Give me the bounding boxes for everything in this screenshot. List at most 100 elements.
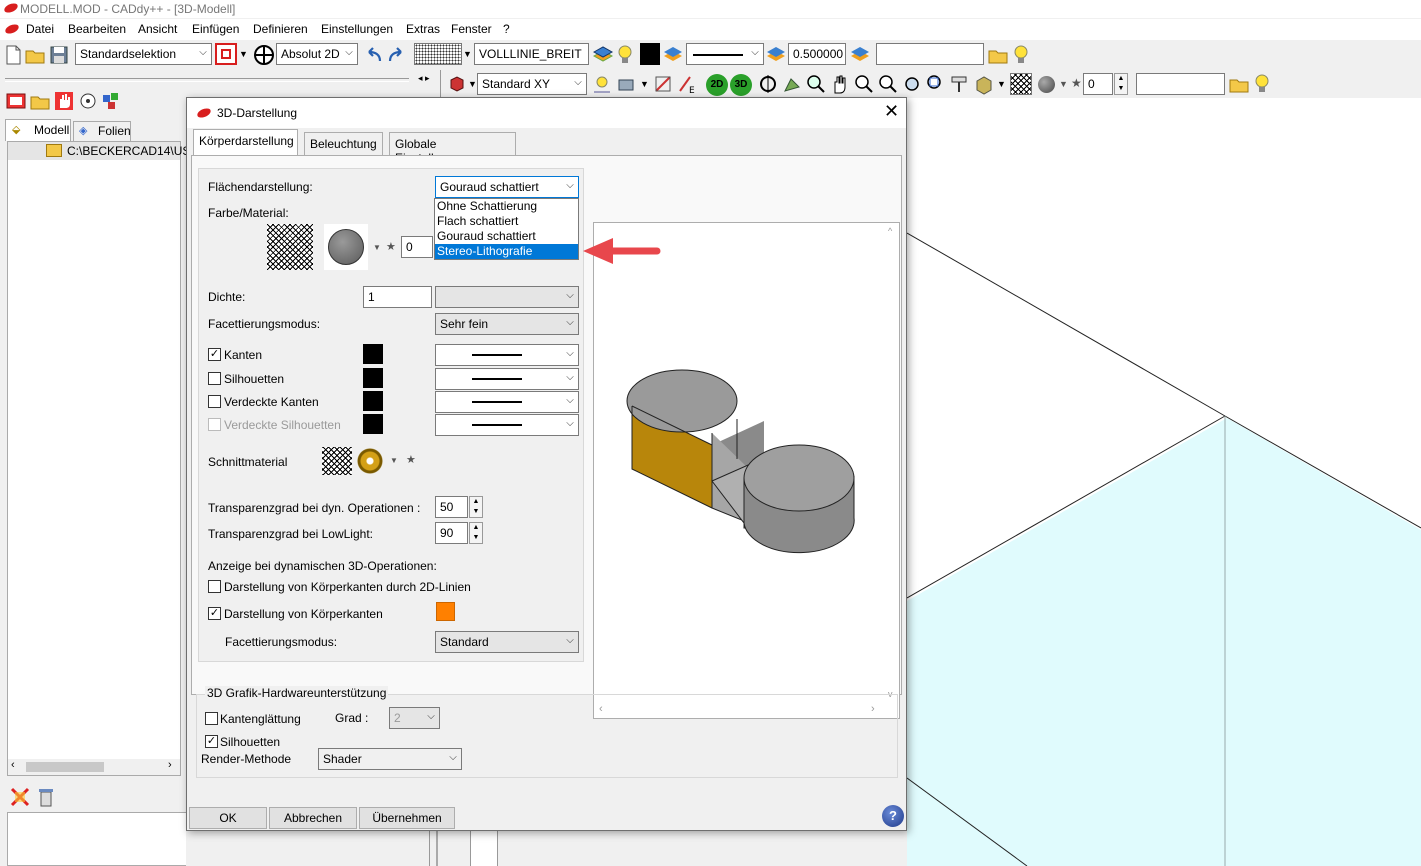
material-sphere-preview[interactable]: [324, 224, 368, 270]
chevron-down-icon[interactable]: ▼: [997, 79, 1006, 89]
select-frame-icon[interactable]: [215, 43, 237, 65]
farbe-value-input[interactable]: 0: [401, 236, 433, 258]
menu-help[interactable]: ?: [503, 22, 510, 36]
tab-koerperdarstellung[interactable]: Körperdarstellung: [193, 129, 298, 156]
render-methode-select[interactable]: Shader ⌵: [318, 748, 462, 770]
camera-icon[interactable]: [616, 73, 638, 95]
zoom-out-icon[interactable]: [877, 73, 899, 95]
scroll-left-icon[interactable]: ‹: [11, 759, 15, 771]
silhouetten-hw-checkbox[interactable]: ✓: [205, 735, 218, 748]
light-source-icon[interactable]: [591, 73, 613, 95]
menu-fenster[interactable]: Fenster: [451, 22, 492, 36]
line-type-input[interactable]: VOLLLINIE_BREIT: [474, 43, 589, 65]
menu-bearbeiten[interactable]: Bearbeiten: [68, 22, 126, 36]
layer-input[interactable]: [876, 43, 984, 65]
zoom-previous-icon[interactable]: [925, 73, 947, 95]
menu-datei[interactable]: Datei: [26, 22, 54, 36]
close-icon[interactable]: ✕: [884, 101, 899, 122]
transparenz-low-spinner[interactable]: ▲ ▼: [469, 522, 483, 544]
transparenz-dyn-spinner[interactable]: ▲ ▼: [469, 496, 483, 518]
flaechendarstellung-select[interactable]: Gouraud schattiert ⌵: [435, 176, 579, 198]
bulb-icon[interactable]: [1251, 73, 1273, 95]
open-folder-icon[interactable]: [24, 44, 46, 66]
menu-einfuegen[interactable]: Einfügen: [192, 22, 239, 36]
option-flach-schattiert[interactable]: Flach schattiert: [435, 214, 578, 229]
verdeckte-kanten-linestyle-select[interactable]: ⌵: [435, 391, 579, 413]
save-icon[interactable]: [48, 44, 70, 66]
zoom-all-icon[interactable]: [901, 73, 923, 95]
new-file-icon[interactable]: [2, 44, 24, 66]
cancel-button[interactable]: Abbrechen: [269, 807, 357, 829]
tree-item[interactable]: C:\BECKERCAD14\US: [8, 142, 190, 160]
view-3d-button[interactable]: 3D: [730, 74, 752, 96]
chevron-down-icon[interactable]: ▼: [640, 79, 649, 89]
section-icon[interactable]: [652, 73, 674, 95]
verdeckte-silhouetten-checkbox[interactable]: [208, 418, 221, 431]
option-stereo-lithografie[interactable]: Stereo-Lithografie: [435, 244, 578, 259]
tab-beleuchtung[interactable]: Beleuchtung: [304, 132, 383, 156]
2d-linien-checkbox[interactable]: [208, 580, 221, 593]
chevron-down-icon[interactable]: ▼: [1059, 79, 1068, 89]
star-icon[interactable]: ★: [1071, 76, 1082, 90]
koerperkanten-checkbox[interactable]: ✓: [208, 607, 221, 620]
layers-icon[interactable]: [765, 44, 787, 66]
verdeckte-kanten-checkbox[interactable]: [208, 395, 221, 408]
scroll-thumb[interactable]: [26, 762, 104, 772]
tab-globale-einstellungen[interactable]: Globale Einstellungen: [389, 132, 516, 165]
walk-icon[interactable]: [781, 73, 803, 95]
flaechendarstellung-dropdown[interactable]: Ohne Schattierung Flach schattiert Goura…: [434, 198, 579, 260]
line-style-select[interactable]: ⌵: [686, 43, 764, 65]
dyn-facettierung-select[interactable]: Standard ⌵: [435, 631, 579, 653]
hand-icon[interactable]: [829, 73, 851, 95]
doc-logo-icon[interactable]: [4, 23, 20, 35]
undo-icon[interactable]: [362, 44, 384, 66]
scroll-up-icon[interactable]: ^: [888, 226, 892, 236]
rotate-icon[interactable]: [757, 73, 779, 95]
view-eye-icon[interactable]: [77, 90, 99, 112]
verdeckte-silhouetten-linestyle-select[interactable]: ⌵: [435, 414, 579, 436]
option-gouraud-schattiert[interactable]: Gouraud schattiert: [435, 229, 578, 244]
chevron-down-icon[interactable]: ▼: [373, 243, 381, 252]
apply-button[interactable]: Übernehmen: [359, 807, 455, 829]
zoom-in-icon[interactable]: [853, 73, 875, 95]
view-2d-button[interactable]: 2D: [706, 74, 728, 96]
silhouetten-checkbox[interactable]: [208, 372, 221, 385]
coord-mode-select[interactable]: Absolut 2D ⌵: [276, 43, 358, 65]
koerperkanten-color-swatch[interactable]: [436, 602, 455, 621]
collapse-arrows-icon[interactable]: ◂ ▸: [418, 73, 430, 84]
model-window-icon[interactable]: [5, 90, 27, 112]
bulb-icon[interactable]: [614, 44, 636, 66]
menu-definieren[interactable]: Definieren: [253, 22, 308, 36]
ok-button[interactable]: OK: [189, 807, 267, 829]
paint-roller-icon[interactable]: [949, 73, 971, 95]
tab-folien[interactable]: ◈ Folien: [73, 121, 131, 141]
kanten-checkbox[interactable]: ✓: [208, 348, 221, 361]
search-input[interactable]: [1136, 73, 1225, 95]
dichte-unit-select[interactable]: ⌵: [435, 286, 579, 308]
grad-select[interactable]: 2 ⌵: [389, 707, 440, 729]
zoom-window-icon[interactable]: [805, 73, 827, 95]
silhouetten-color-swatch[interactable]: [363, 368, 383, 388]
facettierung-select[interactable]: Sehr fein ⌵: [435, 313, 579, 335]
verdeckte-kanten-color-swatch[interactable]: [363, 391, 383, 411]
verdeckte-silhouetten-color-swatch[interactable]: [363, 414, 383, 434]
kanten-color-swatch[interactable]: [363, 344, 383, 364]
scroll-right-icon[interactable]: ›: [168, 759, 172, 771]
coordinate-icon[interactable]: [253, 44, 275, 66]
star-icon[interactable]: ★: [386, 240, 396, 253]
menu-ansicht[interactable]: Ansicht: [138, 22, 177, 36]
line-width-input[interactable]: 0.500000: [788, 43, 846, 65]
chevron-down-icon[interactable]: ▼: [390, 456, 398, 465]
kantenglaettung-checkbox[interactable]: [205, 712, 218, 725]
transparenz-dyn-input[interactable]: 50: [435, 496, 468, 518]
star-icon[interactable]: ★: [406, 453, 416, 466]
layers-icon[interactable]: [849, 44, 871, 66]
dichte-input[interactable]: 1: [363, 286, 432, 308]
folder-tree-icon[interactable]: [29, 90, 51, 112]
counter-spinner[interactable]: ▲ ▼: [1114, 73, 1128, 95]
chevron-down-icon[interactable]: ▼: [463, 49, 472, 59]
chevron-down-icon[interactable]: ▼: [239, 49, 248, 59]
transparenz-low-input[interactable]: 90: [435, 522, 468, 544]
view-select[interactable]: Standard XY ⌵: [477, 73, 587, 95]
open-folder-icon[interactable]: [987, 44, 1009, 66]
